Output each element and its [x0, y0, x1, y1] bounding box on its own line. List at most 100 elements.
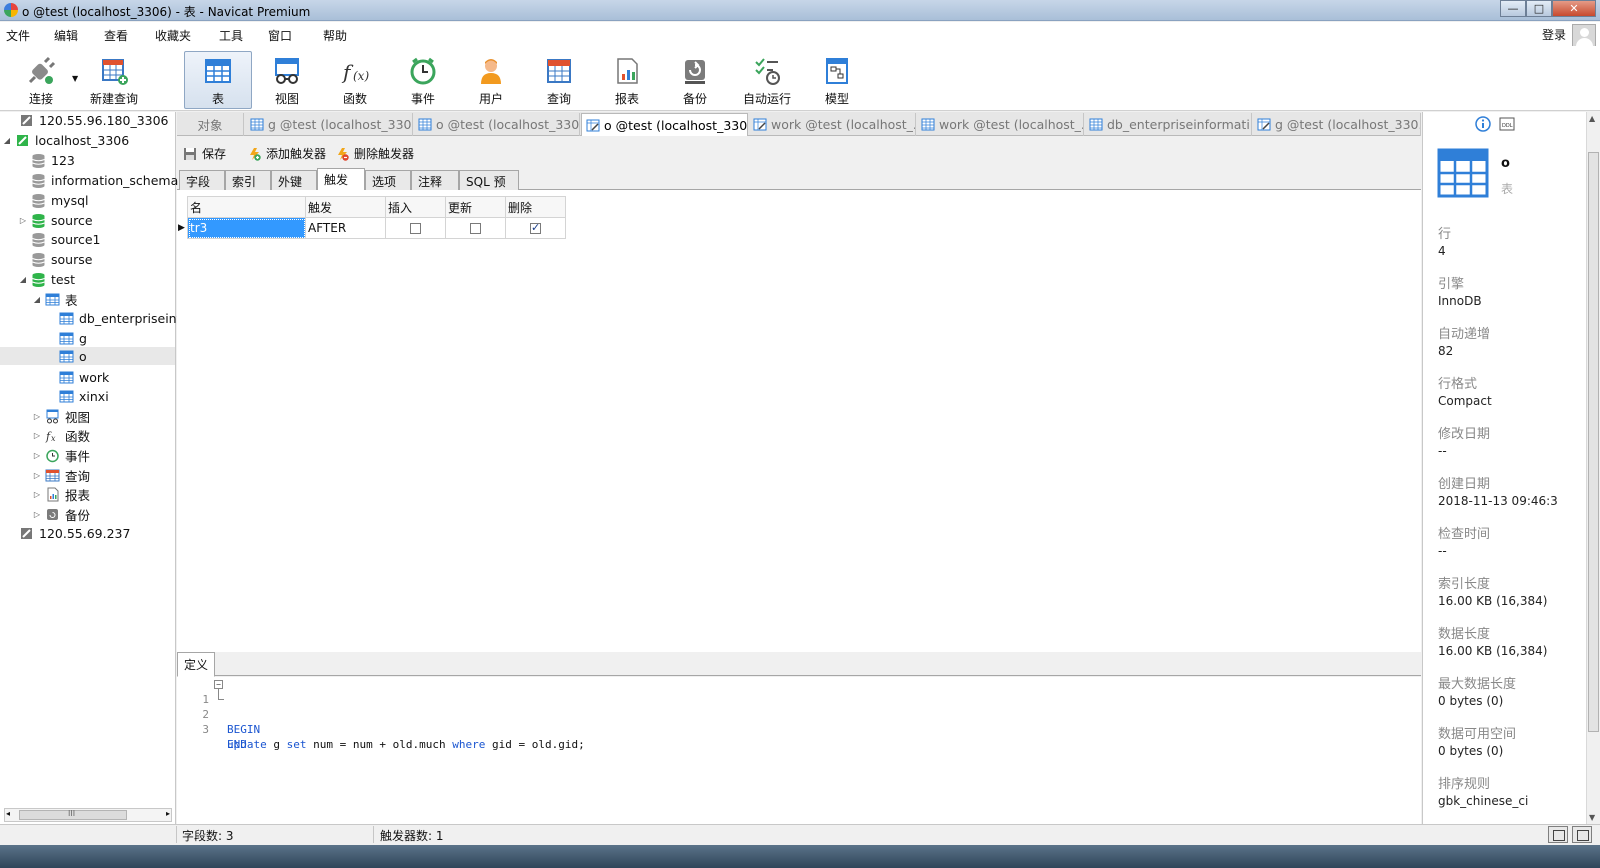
- tree-node-tables-folder[interactable]: ◢ 表: [32, 290, 78, 308]
- tree-node-db-mysql[interactable]: mysql: [18, 191, 89, 209]
- tree-node-table-xinxi[interactable]: xinxi: [46, 387, 109, 405]
- ddl-icon[interactable]: DDL: [1499, 116, 1515, 132]
- form-view-button[interactable]: [1572, 826, 1592, 843]
- scrollbar-thumb[interactable]: [1588, 152, 1599, 732]
- menu-help[interactable]: 帮助: [323, 27, 347, 44]
- menu-window[interactable]: 窗口: [268, 27, 292, 44]
- tree-node-functions-folder[interactable]: ▷ fx 函数: [32, 426, 90, 444]
- login-link[interactable]: 登录: [1542, 26, 1566, 43]
- tab-definition[interactable]: 定义: [177, 652, 216, 677]
- tree-node-table-g[interactable]: g: [46, 329, 87, 347]
- tree-node-db-information-schema[interactable]: information_schema: [18, 171, 178, 189]
- menu-view[interactable]: 查看: [104, 27, 128, 44]
- info-icon[interactable]: [1475, 116, 1491, 132]
- query-button[interactable]: 查询: [526, 52, 592, 108]
- table-row[interactable]: tr3 AFTER: [187, 217, 566, 239]
- report-button[interactable]: 报表: [594, 52, 660, 108]
- tab-g-data[interactable]: g @test (localhost_330...: [246, 113, 413, 136]
- connect-button[interactable]: 连接: [8, 52, 74, 108]
- menu-file[interactable]: 文件: [6, 27, 30, 44]
- tab-o-data[interactable]: o @test (localhost_330...: [414, 113, 580, 136]
- expand-icon[interactable]: ▷: [32, 490, 42, 499]
- tree-node-table-o[interactable]: o: [0, 347, 175, 365]
- menu-edit[interactable]: 编辑: [54, 27, 78, 44]
- collapse-icon[interactable]: ◢: [2, 136, 12, 145]
- event-button[interactable]: 事件: [390, 52, 456, 108]
- expand-icon[interactable]: ▷: [32, 431, 42, 440]
- tree-node-db-source[interactable]: ▷ source: [18, 211, 93, 229]
- tree-node-server-120-55-69-237[interactable]: 120.55.69.237: [6, 524, 130, 542]
- new-query-button[interactable]: 新建查询: [82, 52, 146, 108]
- column-header-update[interactable]: 更新: [445, 196, 506, 218]
- tab-work-data[interactable]: work @test (localhost_...: [917, 113, 1084, 136]
- delete-checkbox[interactable]: [530, 221, 541, 234]
- menu-tools[interactable]: 工具: [219, 27, 243, 44]
- tab-db-enterpriseinformation-data[interactable]: db_enterpriseinformati...: [1085, 113, 1252, 136]
- expand-icon[interactable]: ▷: [32, 412, 42, 421]
- trigger-name-cell[interactable]: tr3: [187, 217, 306, 239]
- model-button[interactable]: 模型: [804, 52, 870, 108]
- tab-sql-preview[interactable]: SQL 预览: [459, 170, 519, 206]
- expand-icon[interactable]: ▷: [18, 216, 28, 225]
- add-trigger-button[interactable]: 添加触发器: [247, 145, 326, 162]
- menu-favorites[interactable]: 收藏夹: [155, 27, 191, 44]
- insert-checkbox[interactable]: [410, 223, 421, 234]
- minimize-button[interactable]: —: [1500, 0, 1526, 17]
- collapse-icon[interactable]: ◢: [32, 295, 42, 304]
- trigger-timing-cell[interactable]: AFTER: [305, 217, 386, 239]
- tab-foreign-keys[interactable]: 外键: [271, 170, 317, 191]
- scroll-left-icon[interactable]: ◂: [6, 809, 10, 818]
- tree-node-db-123[interactable]: 123: [18, 151, 75, 169]
- tab-work-design[interactable]: work @test (localhost_...: [749, 113, 916, 136]
- column-header-timing[interactable]: 触发: [305, 196, 386, 218]
- grid-view-button[interactable]: [1548, 826, 1568, 843]
- scroll-up-icon[interactable]: ▲: [1589, 114, 1595, 123]
- tab-options[interactable]: 选项: [365, 170, 411, 191]
- schedule-button[interactable]: 自动运行: [730, 52, 804, 108]
- maximize-button[interactable]: □: [1526, 0, 1552, 17]
- tree-node-db-source1[interactable]: source1: [18, 230, 100, 248]
- tree-node-server-120-55-96-180[interactable]: 120.55.96.180_3306: [6, 111, 169, 129]
- save-button[interactable]: 保存: [183, 145, 226, 162]
- tree-node-table-db-enterpriseinf[interactable]: db_enterpriseinf: [46, 309, 181, 327]
- tree-node-reports-folder[interactable]: ▷ 报表: [32, 485, 90, 503]
- function-button[interactable]: f (x) 函数: [322, 52, 388, 108]
- scroll-right-icon[interactable]: ▸: [166, 809, 170, 818]
- expand-icon[interactable]: ▷: [32, 471, 42, 480]
- tree-node-events-folder[interactable]: ▷ 事件: [32, 446, 90, 464]
- user-button[interactable]: 用户: [458, 52, 524, 108]
- tab-triggers[interactable]: 触发器: [317, 168, 365, 204]
- table-button[interactable]: 表: [184, 51, 252, 109]
- close-button[interactable]: ✕: [1552, 0, 1596, 17]
- info-panel-scrollbar[interactable]: ▲ ▼: [1586, 112, 1600, 824]
- tree-node-queries-folder[interactable]: ▷ 查询: [32, 466, 90, 484]
- column-header-insert[interactable]: 插入: [385, 196, 446, 218]
- tab-g-design[interactable]: g @test (localhost_330...: [1253, 113, 1421, 136]
- tree-node-views-folder[interactable]: ▷ 视图: [32, 407, 90, 425]
- sql-definition-editor[interactable]: 1 − BEGIN 2 update g set num = num + old…: [177, 677, 1421, 824]
- scroll-down-icon[interactable]: ▼: [1589, 813, 1595, 822]
- tab-indexes[interactable]: 索引: [225, 170, 271, 191]
- column-header-name[interactable]: 名: [187, 196, 306, 218]
- tree-node-db-test[interactable]: ◢ test: [18, 270, 75, 288]
- tab-fields[interactable]: 字段: [179, 170, 225, 191]
- avatar[interactable]: [1572, 24, 1596, 48]
- tree-horizontal-scrollbar[interactable]: ◂ III ▸: [4, 808, 172, 822]
- backup-button[interactable]: 备份: [662, 52, 728, 108]
- view-button[interactable]: 视图: [254, 52, 320, 108]
- connect-dropdown-arrow-icon[interactable]: ▼: [72, 74, 78, 83]
- expand-icon[interactable]: ▷: [32, 510, 42, 519]
- expand-icon[interactable]: ▷: [32, 451, 42, 460]
- tree-node-backups-folder[interactable]: ▷ 备份: [32, 505, 90, 523]
- tab-objects[interactable]: 对象: [177, 113, 244, 136]
- tab-o-design[interactable]: o @test (localhost_330...: [581, 113, 748, 136]
- tab-comment[interactable]: 注释: [411, 170, 459, 191]
- update-checkbox[interactable]: [470, 223, 481, 234]
- collapse-icon[interactable]: ◢: [18, 275, 28, 284]
- scrollbar-thumb[interactable]: III: [19, 809, 127, 820]
- tree-node-db-sourse[interactable]: sourse: [18, 250, 92, 268]
- column-header-delete[interactable]: 删除: [505, 196, 566, 218]
- tree-node-localhost-3306[interactable]: ◢ localhost_3306: [2, 131, 129, 149]
- tree-node-table-work[interactable]: work: [46, 368, 109, 386]
- delete-trigger-button[interactable]: 删除触发器: [335, 145, 414, 162]
